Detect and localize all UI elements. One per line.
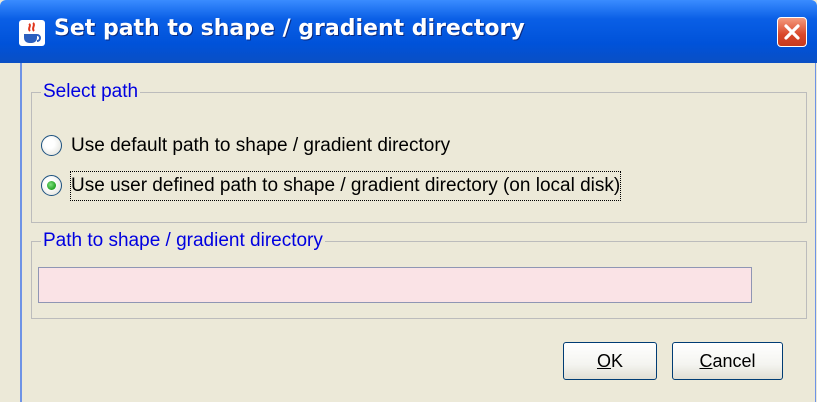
path-input[interactable] [38, 267, 752, 303]
cancel-mnemonic: C [699, 351, 713, 371]
ok-label-rest: K [611, 351, 624, 371]
cancel-button[interactable]: Cancel [672, 342, 783, 380]
close-button[interactable] [777, 17, 807, 47]
default-path-option[interactable]: Use default path to shape / gradient dir… [41, 132, 641, 162]
title-bar[interactable]: Set path to shape / gradient directory [0, 0, 817, 63]
dialog-window: Set path to shape / gradient directory S… [0, 0, 817, 402]
select-path-group: Select path Use default path to shape / … [31, 81, 807, 223]
ok-mnemonic: O [596, 351, 611, 371]
dialog-content: Select path Use default path to shape / … [20, 63, 816, 402]
user-defined-path-radio[interactable] [41, 175, 62, 196]
radio-selected-dot [47, 181, 56, 190]
cancel-label-rest: ancel [712, 351, 756, 371]
path-legend: Path to shape / gradient directory [41, 230, 325, 252]
default-path-radio[interactable] [41, 135, 62, 156]
java-cup-icon [19, 20, 45, 46]
close-icon [784, 24, 800, 40]
ok-button[interactable]: OK [563, 342, 657, 380]
select-path-legend: Select path [41, 81, 141, 103]
user-defined-path-label: Use user defined path to shape / gradien… [69, 171, 622, 201]
user-defined-path-option[interactable]: Use user defined path to shape / gradien… [41, 171, 801, 202]
path-group: Path to shape / gradient directory [31, 230, 807, 319]
window-title: Set path to shape / gradient directory [54, 16, 525, 41]
default-path-label: Use default path to shape / gradient dir… [71, 135, 451, 156]
